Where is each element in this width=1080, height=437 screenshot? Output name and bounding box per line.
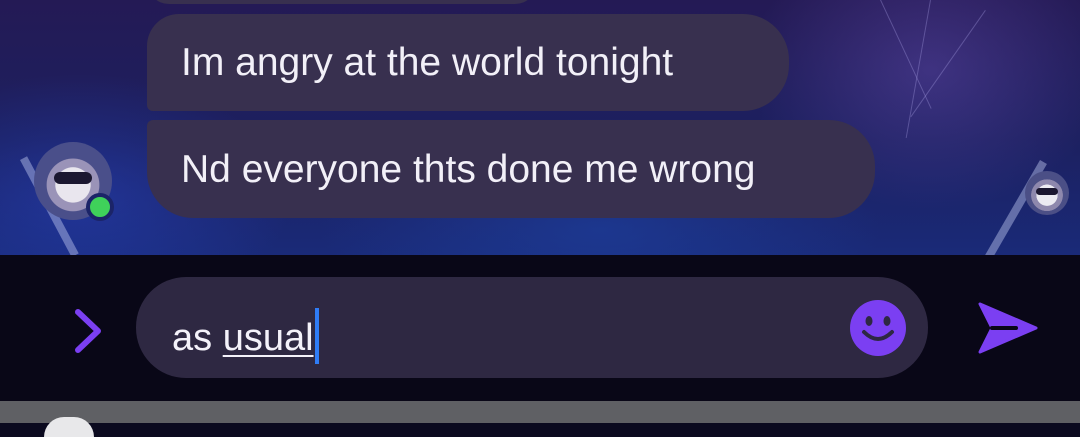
input-composing-word: usual — [222, 317, 314, 359]
message-text: Im angry at the world tonight — [181, 41, 674, 84]
text-caret — [314, 308, 319, 364]
input-prefix-text: as — [172, 317, 223, 359]
web-decoration — [880, 0, 932, 109]
send-icon[interactable] — [976, 300, 1040, 356]
bottom-sheet-strip — [0, 401, 1080, 437]
message-text: Nd everyone thts done me wrong — [181, 147, 756, 191]
web-decoration — [910, 10, 986, 118]
message-input-text[interactable]: as usual — [172, 308, 319, 364]
chat-background: Im angry at the world tonight Nd everyon… — [0, 0, 1080, 255]
smiley-icon[interactable] — [849, 299, 907, 357]
bottom-sheet-handle[interactable] — [44, 417, 94, 437]
message-bubble[interactable] — [147, 0, 537, 4]
avatar-face-detail — [1036, 188, 1058, 195]
chevron-right-icon[interactable] — [66, 304, 110, 358]
message-bubble[interactable]: Im angry at the world tonight — [147, 14, 789, 111]
online-status-indicator — [86, 193, 114, 221]
read-receipt-avatar — [1025, 171, 1069, 215]
message-bubble[interactable]: Nd everyone thts done me wrong — [147, 120, 875, 218]
web-decoration — [905, 0, 931, 139]
avatar-face-detail — [54, 172, 92, 184]
